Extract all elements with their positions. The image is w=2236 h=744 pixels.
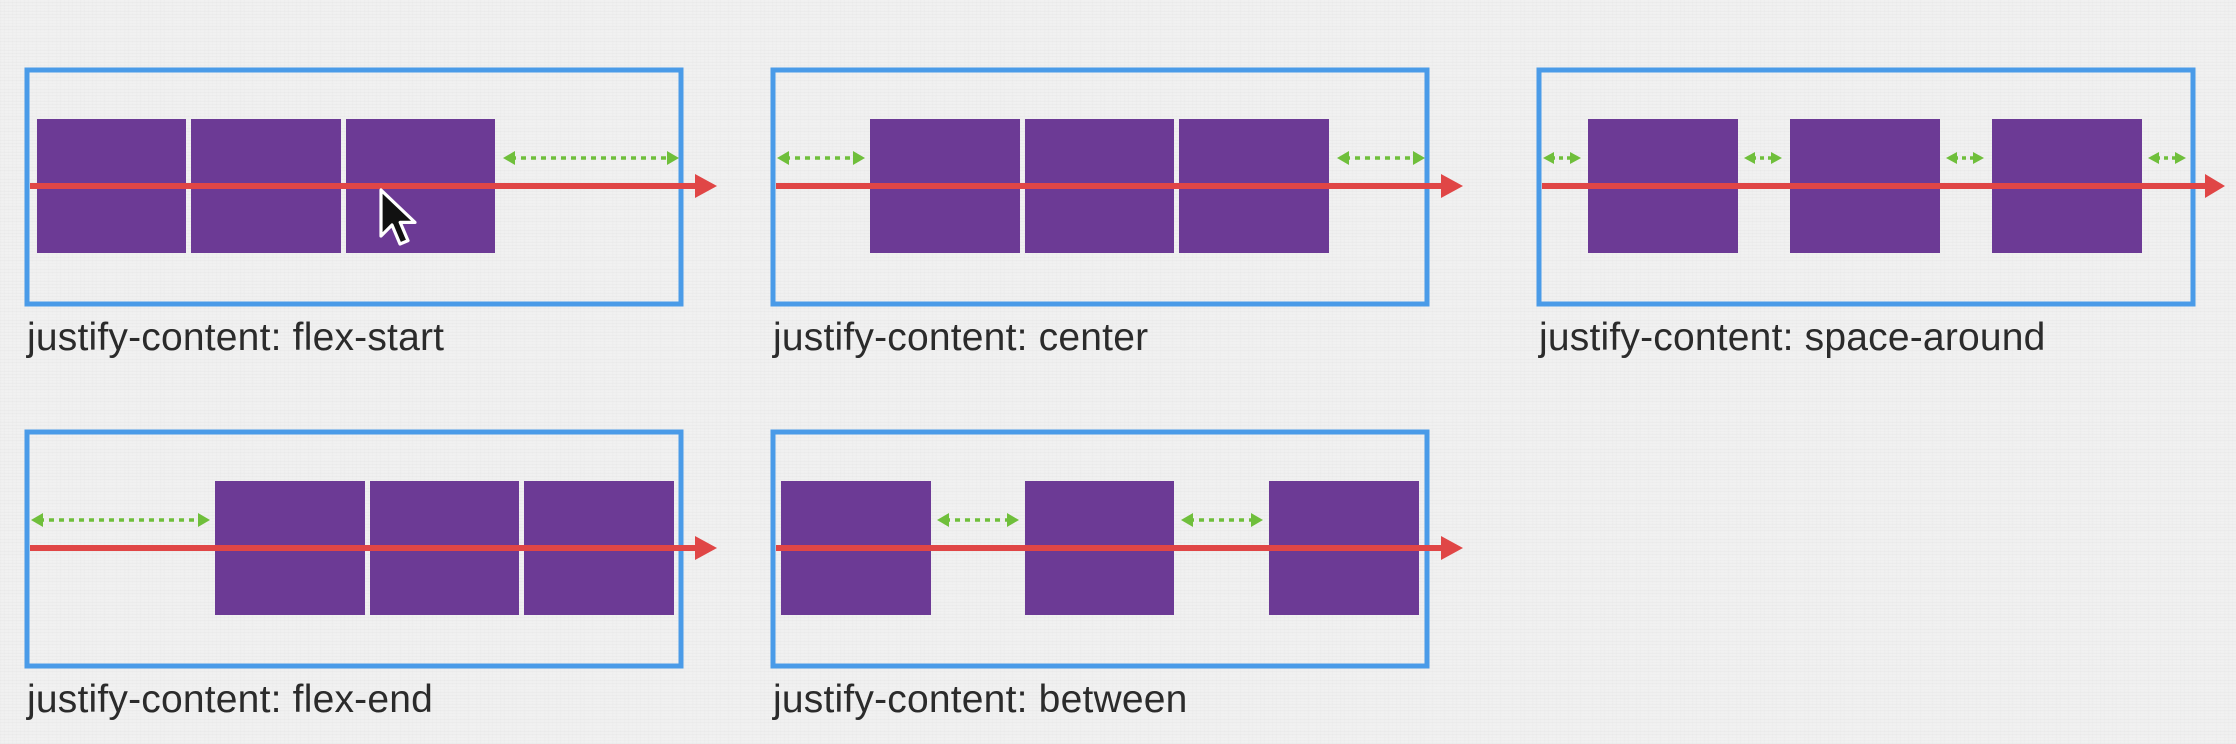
slide: { "colors": { "container_border": "#4a9b… — [0, 0, 2236, 744]
caption-between: justify-content: between — [773, 678, 1188, 721]
free-space-arrow — [1744, 152, 1782, 164]
free-space-arrow — [1337, 151, 1425, 165]
free-space-arrow — [937, 513, 1019, 527]
free-space-arrow — [1181, 513, 1263, 527]
caption-space-around: justify-content: space-around — [1539, 316, 2046, 359]
caption-center: justify-content: center — [773, 316, 1149, 359]
caption-flex-start: justify-content: flex-start — [27, 316, 445, 359]
diagram-space-around: justify-content: space-around — [1536, 67, 2236, 378]
free-space-arrow — [1543, 152, 1581, 164]
caption-flex-end: justify-content: flex-end — [27, 678, 434, 721]
mouse-pointer-icon — [379, 188, 417, 246]
diagram-flex-start: justify-content: flex-start — [24, 67, 725, 378]
diagram-between: justify-content: between — [770, 429, 1471, 740]
diagram-center: justify-content: center — [770, 67, 1471, 378]
free-space-arrow — [503, 151, 679, 165]
free-space-arrow — [2148, 152, 2186, 164]
free-space-arrow — [777, 151, 865, 165]
free-space-arrow — [1946, 152, 1984, 164]
diagram-flex-end: justify-content: flex-end — [24, 429, 725, 740]
free-space-arrow — [31, 513, 210, 527]
